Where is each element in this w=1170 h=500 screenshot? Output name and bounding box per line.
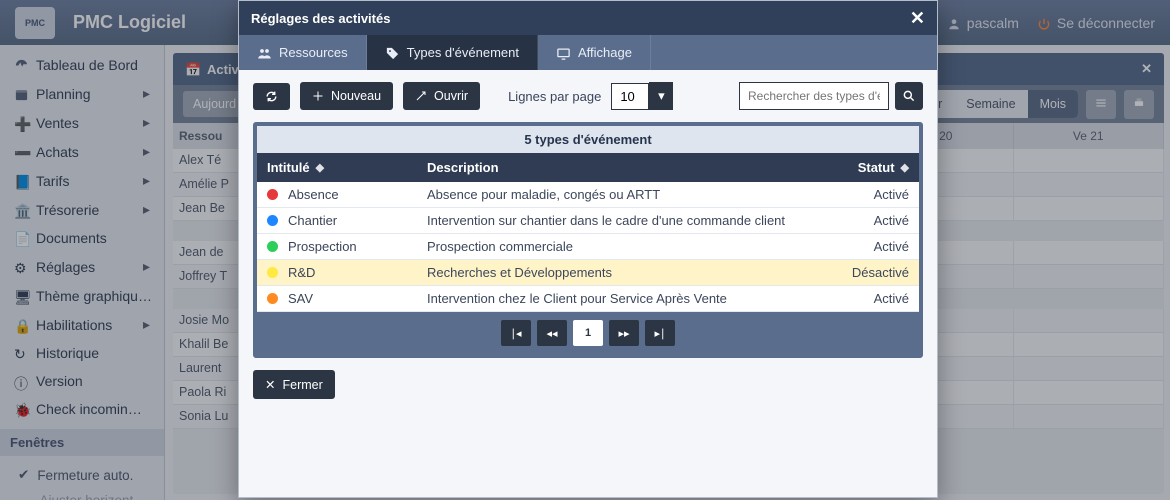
- table-row[interactable]: Absence Absence pour maladie, congés ou A…: [257, 182, 919, 208]
- row-statut: Activé: [819, 234, 919, 259]
- close-icon: ✕: [265, 377, 275, 392]
- tab-types[interactable]: Types d'événement: [367, 35, 538, 70]
- row-intitule: Absence: [288, 187, 339, 202]
- table-row[interactable]: SAV Intervention chez le Client pour Serv…: [257, 286, 919, 312]
- col-header-statut[interactable]: Statut ◆: [819, 153, 919, 182]
- color-dot: [267, 293, 278, 304]
- row-description: Absence pour maladie, congés ou ARTT: [417, 182, 819, 207]
- event-type-grid: 5 types d'événement Intitulé ◆ Descripti…: [253, 122, 923, 358]
- table-row[interactable]: Prospection Prospection commercialeActivé: [257, 234, 919, 260]
- color-dot: [267, 267, 278, 278]
- button-label: Nouveau: [331, 89, 381, 103]
- table-row[interactable]: Chantier Intervention sur chantier dans l…: [257, 208, 919, 234]
- color-dot: [267, 189, 278, 200]
- tag-icon: [385, 46, 399, 60]
- tab-affichage[interactable]: Affichage: [538, 35, 651, 70]
- display-icon: [556, 46, 570, 60]
- tab-ressources[interactable]: Ressources: [239, 35, 367, 70]
- row-intitule: SAV: [288, 291, 313, 306]
- pager-page-current[interactable]: 1: [573, 320, 603, 346]
- open-button[interactable]: Ouvrir: [403, 82, 480, 110]
- row-intitule: Prospection: [288, 239, 357, 254]
- close-button[interactable]: ✕ Fermer: [253, 370, 335, 399]
- modal-title: Réglages des activités: [251, 11, 390, 26]
- row-description: Intervention chez le Client pour Service…: [417, 286, 819, 311]
- row-statut: Activé: [819, 208, 919, 233]
- row-intitule: Chantier: [288, 213, 337, 228]
- row-intitule: R&D: [288, 265, 315, 280]
- lpp-value: 10: [611, 83, 649, 110]
- row-statut: Désactivé: [819, 260, 919, 285]
- lines-per-page-select[interactable]: 10 ▾: [611, 82, 673, 110]
- pager-last-button[interactable]: ▸∣: [645, 320, 675, 346]
- table-row[interactable]: R&D Recherches et DéveloppementsDésactivé: [257, 260, 919, 286]
- col-header-description: Description: [417, 153, 819, 182]
- grid-title: 5 types d'événement: [257, 126, 919, 153]
- tab-label: Ressources: [279, 45, 348, 60]
- pager: ∣◂ ◂◂ 1 ▸▸ ▸∣: [257, 312, 919, 354]
- new-button[interactable]: Nouveau: [300, 82, 393, 110]
- search-input[interactable]: [739, 82, 889, 110]
- lpp-label: Lignes par page: [508, 89, 601, 104]
- row-description: Prospection commerciale: [417, 234, 819, 259]
- pager-next-button[interactable]: ▸▸: [609, 320, 639, 346]
- tab-label: Types d'événement: [407, 45, 519, 60]
- settings-modal: Réglages des activités ✕ Ressources Type…: [238, 0, 938, 498]
- color-dot: [267, 215, 278, 226]
- col-label: Statut: [858, 160, 895, 175]
- search-button[interactable]: [895, 82, 923, 110]
- chevron-down-icon: ▾: [649, 82, 673, 110]
- modal-close-button[interactable]: ✕: [910, 9, 925, 27]
- button-label: Fermer: [282, 378, 322, 392]
- resources-icon: [257, 46, 271, 60]
- refresh-button[interactable]: [253, 83, 290, 110]
- pager-first-button[interactable]: ∣◂: [501, 320, 531, 346]
- sort-icon: ◆: [316, 161, 324, 174]
- row-statut: Activé: [819, 286, 919, 311]
- row-description: Recherches et Développements: [417, 260, 819, 285]
- modal-tabs: Ressources Types d'événement Affichage: [239, 35, 937, 70]
- pager-prev-button[interactable]: ◂◂: [537, 320, 567, 346]
- row-statut: Activé: [819, 182, 919, 207]
- col-label: Description: [427, 160, 499, 175]
- col-label: Intitulé: [267, 160, 310, 175]
- sort-icon: ◆: [901, 161, 909, 174]
- tab-label: Affichage: [578, 45, 632, 60]
- col-header-intitule[interactable]: Intitulé ◆: [257, 153, 417, 182]
- button-label: Ouvrir: [434, 89, 468, 103]
- color-dot: [267, 241, 278, 252]
- row-description: Intervention sur chantier dans le cadre …: [417, 208, 819, 233]
